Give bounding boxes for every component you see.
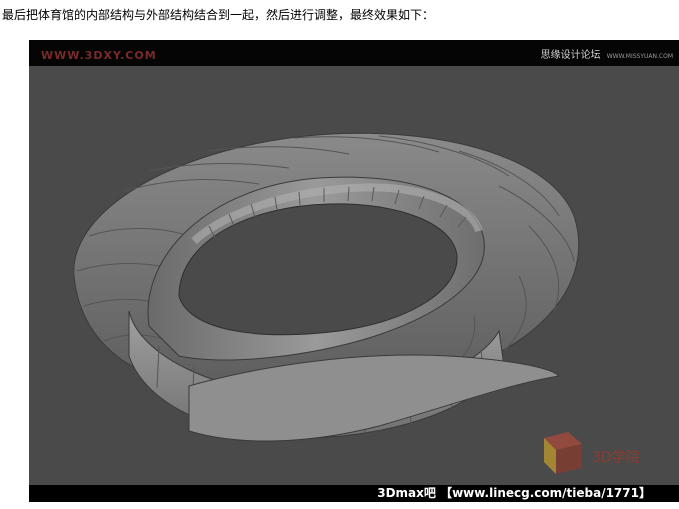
render-image: WWW.3DXY.COM 思缘设计论坛 WWW.MISSYUAN.COM 3D学… [29, 40, 679, 502]
logo-text: 3D学院 [592, 450, 640, 466]
image-footer-bar: 3Dmax吧 【www.linecg.com/tieba/1771】 [29, 485, 679, 502]
3d-viewport [29, 66, 679, 486]
watermark-left: WWW.3DXY.COM [41, 49, 157, 62]
3d-logo-graphic: 3D学院 [544, 432, 640, 474]
footer-text: 3Dmax吧 【www.linecg.com/tieba/1771】 [377, 486, 651, 500]
watermark-right-url: WWW.MISSYUAN.COM [606, 53, 673, 60]
stadium-model [73, 132, 580, 442]
watermark-right-title: 思缘设计论坛 [540, 50, 601, 61]
watermark-right: 思缘设计论坛 WWW.MISSYUAN.COM [541, 46, 673, 61]
3d-logo: 3D学院 [534, 430, 674, 484]
image-header-bar: WWW.3DXY.COM 思缘设计论坛 WWW.MISSYUAN.COM [29, 40, 679, 66]
caption-text: 最后把体育馆的内部结构与外部结构结合到一起，然后进行调整，最终效果如下： [2, 8, 435, 22]
